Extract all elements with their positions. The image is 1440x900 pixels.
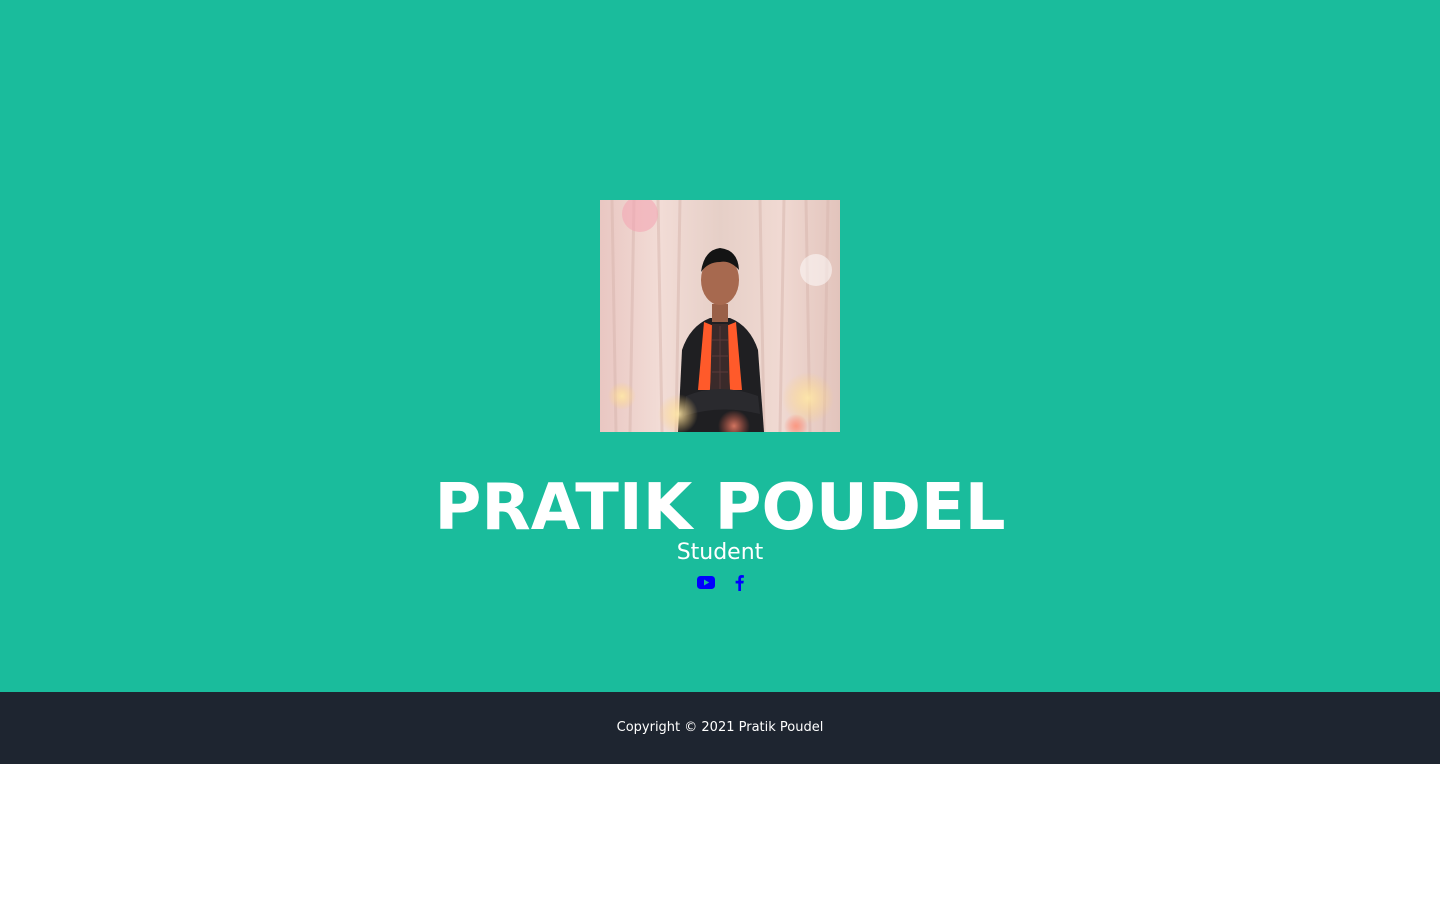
facebook-icon [735,575,744,591]
hero-section: PRATIK POUDEL Student [0,0,1440,692]
profile-name: PRATIK POUDEL [434,471,1006,545]
social-links [0,574,1440,596]
copyright-text: Copyright © 2021 Pratik Poudel [616,720,824,735]
profile-role: Student [676,540,764,565]
youtube-link[interactable] [696,576,715,589]
youtube-icon [696,576,715,589]
profile-photo [600,200,840,432]
profile-photo-illustration [600,200,840,432]
footer: Copyright © 2021 Pratik Poudel [0,692,1440,764]
facebook-link[interactable] [735,574,744,591]
